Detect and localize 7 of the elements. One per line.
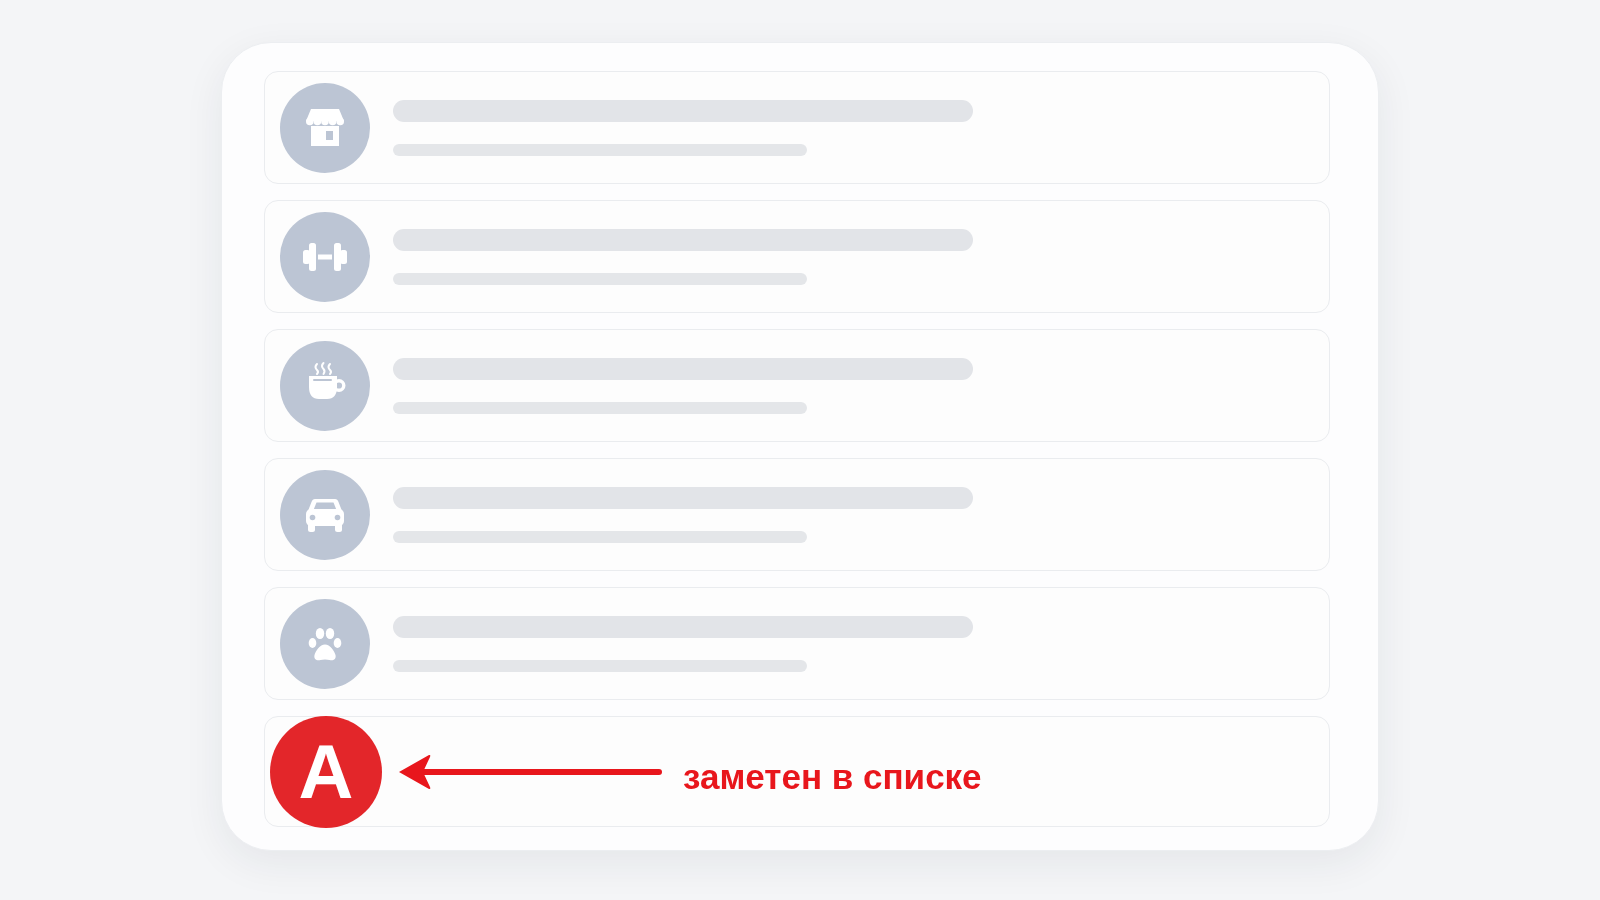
car-icon — [280, 469, 370, 560]
callout-text: заметен в списке — [683, 756, 982, 799]
store-icon — [280, 82, 370, 173]
dumbbell-icon — [280, 211, 370, 302]
coffee-cup-icon — [280, 340, 370, 431]
letter-avatar: A — [270, 715, 382, 828]
paw-icon — [280, 598, 370, 689]
